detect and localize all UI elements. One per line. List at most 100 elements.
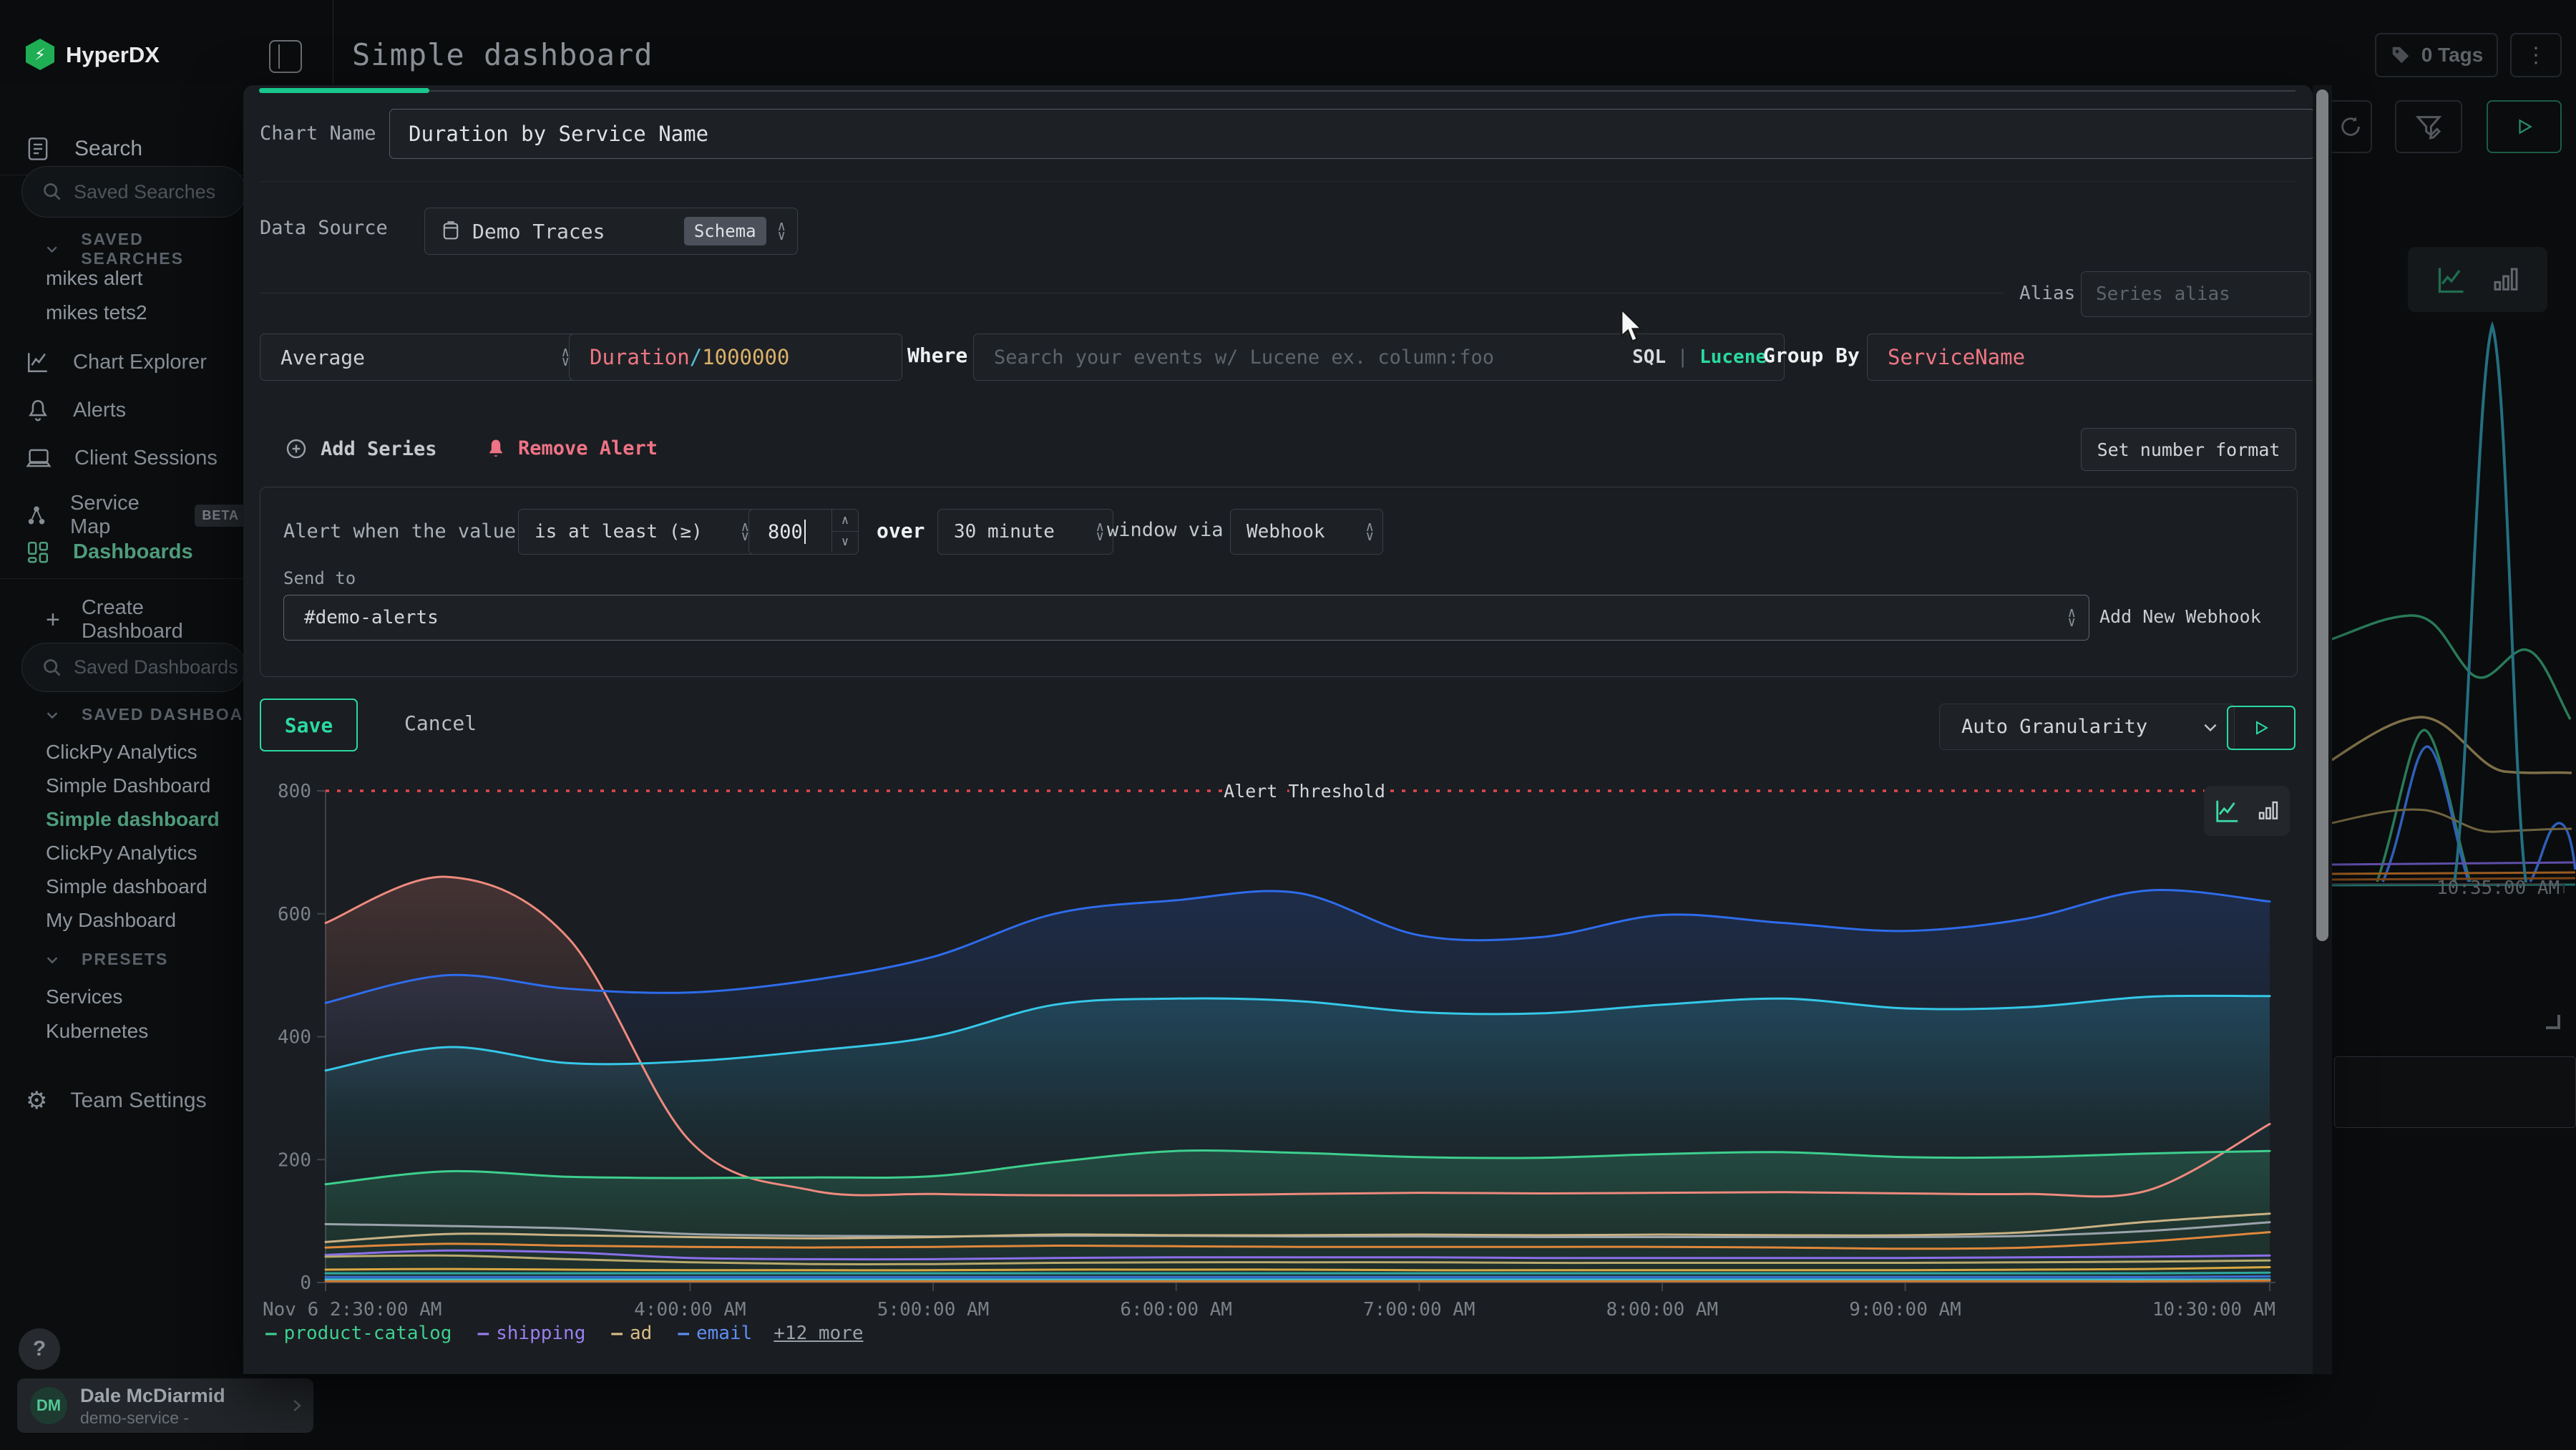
refresh-button[interactable] — [2329, 100, 2372, 153]
nav-label: Service Map — [70, 492, 172, 539]
bar-chart-icon[interactable] — [2492, 266, 2520, 294]
laptop-icon — [26, 446, 52, 470]
list-item[interactable]: Kubernetes — [46, 1014, 148, 1048]
chart-name-value: Duration by Service Name — [409, 122, 708, 146]
group-by-input[interactable]: ServiceName — [1867, 334, 2316, 381]
where-input[interactable]: Search your events w/ Lucene ex. column:… — [973, 334, 1785, 381]
line-chart-icon[interactable] — [2214, 797, 2241, 824]
select-chevrons-icon: ∧∨ — [1366, 522, 1374, 541]
section-presets[interactable]: PRESETS — [44, 950, 168, 969]
chart-explorer-icon — [26, 350, 50, 374]
comparator-select[interactable]: is at least (≥) ∧∨ — [518, 509, 760, 555]
sql-toggle[interactable]: SQL — [1632, 346, 1666, 368]
chart-name-input[interactable]: Duration by Service Name — [389, 109, 2315, 159]
lucene-toggle[interactable]: Lucene — [1699, 346, 1767, 368]
modal-scrollbar-track[interactable] — [2313, 85, 2332, 1374]
create-dashboard-button[interactable]: + Create Dashboard — [46, 596, 246, 643]
modal-scrollbar-thumb[interactable] — [2316, 89, 2328, 941]
modal-progress-bar — [259, 88, 429, 93]
cancel-button[interactable]: Cancel — [404, 711, 477, 735]
sidebar-item-search[interactable]: Search — [27, 137, 142, 161]
comparator-value: is at least (≥) — [535, 521, 703, 542]
list-item[interactable]: Simple dashboard — [46, 870, 220, 903]
svg-text:600: 600 — [278, 904, 311, 925]
list-item[interactable]: ClickPy Analytics — [46, 836, 220, 870]
legend-item[interactable]: —shipping — [477, 1323, 585, 1344]
add-new-webhook-button[interactable]: Add New Webhook — [2099, 606, 2261, 627]
user-card[interactable]: DM Dale McDiarmid demo-service - — [17, 1378, 313, 1433]
list-item[interactable]: Services — [46, 980, 148, 1014]
filter-button[interactable] — [2395, 100, 2462, 153]
mouse-cursor — [1619, 308, 1652, 345]
sidebar-item-service-map[interactable]: Service Map BETA — [26, 492, 246, 539]
sidebar-item-alerts[interactable]: Alerts — [26, 398, 126, 422]
alert-sentence: Alert when the value — [283, 509, 516, 553]
svg-text:8:00:00 AM: 8:00:00 AM — [1606, 1299, 1719, 1320]
granularity-select[interactable]: Auto Granularity — [1939, 704, 2235, 750]
plus-icon: + — [46, 608, 60, 632]
alias-label: Alias — [2019, 283, 2075, 304]
number-spinner[interactable]: ∧ ∨ — [831, 510, 858, 553]
legend-label: email — [696, 1323, 752, 1344]
legend-more-button[interactable]: +12 more — [774, 1323, 863, 1344]
data-source-select[interactable]: Demo Traces Schema ∧∨ — [424, 208, 798, 255]
nav-label: Alerts — [73, 399, 126, 422]
page-title: Simple dashboard — [352, 37, 653, 72]
bar-chart-icon[interactable] — [2257, 799, 2280, 822]
saved-searches-input[interactable]: Saved Searches — [21, 166, 246, 218]
webhook-select[interactable]: #demo-alerts ∧∨ — [283, 595, 2089, 641]
add-new-webhook-label: Add New Webhook — [2099, 606, 2261, 627]
save-button[interactable]: Save — [260, 699, 358, 751]
hyperdx-app: ⚡ HyperDX Simple dashboard 0 Tags ⋮ — [0, 0, 2576, 1450]
svg-text:10:30:00 AM: 10:30:00 AM — [2152, 1299, 2275, 1320]
window-select[interactable]: 30 minute ∧∨ — [937, 509, 1113, 555]
add-series-button[interactable]: Add Series — [285, 437, 437, 460]
sidebar-item-team-settings[interactable]: ⚙ Team Settings — [26, 1089, 207, 1113]
sidebar-item-chart-explorer[interactable]: Chart Explorer — [26, 350, 207, 374]
list-item[interactable]: Simple Dashboard — [46, 769, 220, 802]
svg-text:9:00:00 AM: 9:00:00 AM — [1849, 1299, 1961, 1320]
tags-button[interactable]: 0 Tags — [2375, 33, 2498, 77]
chart-legend: —product-catalog —shipping —ad —email +12 mo… — [265, 1323, 864, 1344]
background-play-button[interactable] — [2487, 100, 2562, 153]
list-item[interactable]: Simple dashboard — [46, 802, 220, 836]
spinner-up-icon[interactable]: ∧ — [832, 510, 858, 532]
select-chevrons-icon: ∧∨ — [2068, 608, 2076, 627]
list-item[interactable]: ClickPy Analytics — [46, 735, 220, 769]
svg-text:200: 200 — [278, 1149, 311, 1171]
user-name: Dale McDiarmid — [80, 1385, 225, 1407]
over-label: over — [877, 519, 924, 542]
threshold-input[interactable]: 800 ∧ ∨ — [748, 509, 859, 555]
list-item[interactable]: mikes tets2 — [46, 296, 147, 330]
spinner-down-icon[interactable]: ∨ — [832, 532, 858, 553]
user-org: demo-service - — [80, 1408, 189, 1428]
remove-alert-label: Remove Alert — [518, 437, 658, 459]
sidebar-item-client-sessions[interactable]: Client Sessions — [26, 446, 218, 470]
run-chart-button[interactable] — [2227, 706, 2296, 750]
alias-input[interactable]: Series alias — [2081, 271, 2311, 317]
channel-select[interactable]: Webhook ∧∨ — [1230, 509, 1383, 555]
legend-item[interactable]: —ad — [611, 1323, 652, 1344]
svg-text:800: 800 — [278, 781, 311, 802]
tag-icon — [2390, 44, 2411, 66]
legend-item[interactable]: —email — [678, 1323, 752, 1344]
remove-alert-button[interactable]: Remove Alert — [485, 437, 658, 459]
svg-text:0: 0 — [300, 1273, 311, 1294]
svg-text:Alert Threshold: Alert Threshold — [1224, 781, 1385, 802]
play-icon — [2515, 117, 2534, 136]
sidebar-item-dashboards[interactable]: Dashboards — [26, 540, 193, 564]
dashboard-list: ClickPy AnalyticsSimple DashboardSimple … — [46, 735, 220, 937]
saved-dashboards-input[interactable]: Saved Dashboards — [21, 643, 246, 692]
duration-chart[interactable]: 0200400600800Nov 6 2:30:00 AM4:00:00 AM5… — [243, 759, 2313, 1331]
set-number-format-button[interactable]: Set number format — [2081, 428, 2296, 471]
beta-badge: BETA — [195, 505, 246, 527]
help-button[interactable]: ? — [19, 1328, 60, 1370]
sidebar-collapse-icon[interactable] — [269, 40, 302, 73]
field-expression-input[interactable]: Duration/1000000 — [569, 334, 902, 381]
line-chart-icon[interactable] — [2436, 264, 2467, 296]
list-item[interactable]: mikes alert — [46, 261, 147, 296]
aggregation-select[interactable]: Average ∧∨ — [260, 334, 583, 381]
kebab-menu-button[interactable]: ⋮ — [2510, 33, 2562, 77]
list-item[interactable]: My Dashboard — [46, 903, 220, 937]
legend-item[interactable]: —product-catalog — [265, 1323, 452, 1344]
